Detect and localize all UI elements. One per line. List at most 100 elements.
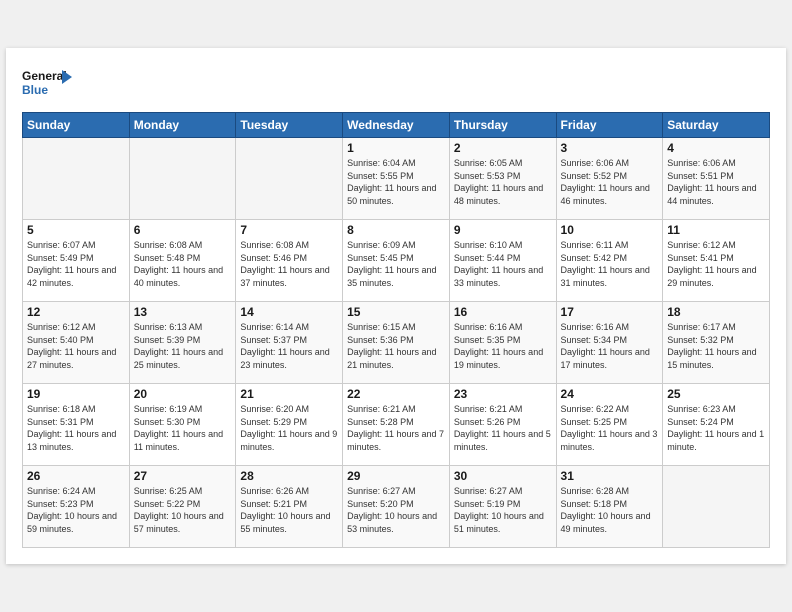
day-info: Sunrise: 6:06 AMSunset: 5:52 PMDaylight:… xyxy=(561,157,659,207)
calendar-cell xyxy=(236,138,343,220)
weekday-header-sunday: Sunday xyxy=(23,113,130,138)
day-info: Sunrise: 6:13 AMSunset: 5:39 PMDaylight:… xyxy=(134,321,232,371)
calendar-cell: 7 Sunrise: 6:08 AMSunset: 5:46 PMDaylight… xyxy=(236,220,343,302)
day-number: 6 xyxy=(134,223,232,237)
calendar-cell xyxy=(129,138,236,220)
day-number: 12 xyxy=(27,305,125,319)
day-info: Sunrise: 6:21 AMSunset: 5:26 PMDaylight:… xyxy=(454,403,552,453)
calendar-cell: 8 Sunrise: 6:09 AMSunset: 5:45 PMDaylight… xyxy=(343,220,450,302)
calendar-cell: 30Sunrise: 6:27 AMSunset: 5:19 PMDayligh… xyxy=(449,466,556,548)
day-info: Sunrise: 6:19 AMSunset: 5:30 PMDaylight:… xyxy=(134,403,232,453)
calendar-cell: 12 Sunrise: 6:12 AMSunset: 5:40 PMDayligh… xyxy=(23,302,130,384)
calendar-cell: 10 Sunrise: 6:11 AMSunset: 5:42 PMDayligh… xyxy=(556,220,663,302)
day-info: Sunrise: 6:09 AMSunset: 5:45 PMDaylight:… xyxy=(347,239,445,289)
day-info: Sunrise: 6:15 AMSunset: 5:36 PMDaylight:… xyxy=(347,321,445,371)
day-number: 14 xyxy=(240,305,338,319)
day-info: Sunrise: 6:10 AMSunset: 5:44 PMDaylight:… xyxy=(454,239,552,289)
day-info: Sunrise: 6:11 AMSunset: 5:42 PMDaylight:… xyxy=(561,239,659,289)
weekday-header-monday: Monday xyxy=(129,113,236,138)
day-info: Sunrise: 6:08 AMSunset: 5:46 PMDaylight:… xyxy=(240,239,338,289)
calendar-cell: 27Sunrise: 6:25 AMSunset: 5:22 PMDayligh… xyxy=(129,466,236,548)
calendar-cell xyxy=(663,466,770,548)
day-info: Sunrise: 6:12 AMSunset: 5:41 PMDaylight:… xyxy=(667,239,765,289)
weekday-header-saturday: Saturday xyxy=(663,113,770,138)
svg-text:General: General xyxy=(22,69,67,83)
day-info: Sunrise: 6:21 AMSunset: 5:28 PMDaylight:… xyxy=(347,403,445,453)
day-number: 1 xyxy=(347,141,445,155)
day-number: 24 xyxy=(561,387,659,401)
calendar-cell: 3Sunrise: 6:06 AMSunset: 5:52 PMDaylight… xyxy=(556,138,663,220)
day-info: Sunrise: 6:24 AMSunset: 5:23 PMDaylight:… xyxy=(27,485,125,535)
calendar-cell: 15 Sunrise: 6:15 AMSunset: 5:36 PMDayligh… xyxy=(343,302,450,384)
day-info: Sunrise: 6:07 AMSunset: 5:49 PMDaylight:… xyxy=(27,239,125,289)
weekday-header-friday: Friday xyxy=(556,113,663,138)
calendar-cell: 5 Sunrise: 6:07 AMSunset: 5:49 PMDaylight… xyxy=(23,220,130,302)
day-info: Sunrise: 6:26 AMSunset: 5:21 PMDaylight:… xyxy=(240,485,338,535)
day-number: 16 xyxy=(454,305,552,319)
day-info: Sunrise: 6:12 AMSunset: 5:40 PMDaylight:… xyxy=(27,321,125,371)
day-number: 19 xyxy=(27,387,125,401)
calendar-cell: 23Sunrise: 6:21 AMSunset: 5:26 PMDayligh… xyxy=(449,384,556,466)
weekday-header-tuesday: Tuesday xyxy=(236,113,343,138)
week-row-5: 26Sunrise: 6:24 AMSunset: 5:23 PMDayligh… xyxy=(23,466,770,548)
calendar-cell: 19Sunrise: 6:18 AMSunset: 5:31 PMDayligh… xyxy=(23,384,130,466)
day-info: Sunrise: 6:17 AMSunset: 5:32 PMDaylight:… xyxy=(667,321,765,371)
day-number: 11 xyxy=(667,223,765,237)
calendar-cell: 9Sunrise: 6:10 AMSunset: 5:44 PMDaylight… xyxy=(449,220,556,302)
day-info: Sunrise: 6:04 AMSunset: 5:55 PMDaylight:… xyxy=(347,157,445,207)
day-number: 31 xyxy=(561,469,659,483)
calendar-cell: 13 Sunrise: 6:13 AMSunset: 5:39 PMDayligh… xyxy=(129,302,236,384)
day-number: 2 xyxy=(454,141,552,155)
day-info: Sunrise: 6:14 AMSunset: 5:37 PMDaylight:… xyxy=(240,321,338,371)
logo-svg: General Blue xyxy=(22,64,72,102)
day-info: Sunrise: 6:16 AMSunset: 5:35 PMDaylight:… xyxy=(454,321,552,371)
day-number: 18 xyxy=(667,305,765,319)
calendar-cell: 1 Sunrise: 6:04 AMSunset: 5:55 PMDaylight… xyxy=(343,138,450,220)
day-number: 20 xyxy=(134,387,232,401)
day-number: 13 xyxy=(134,305,232,319)
day-info: Sunrise: 6:20 AMSunset: 5:29 PMDaylight:… xyxy=(240,403,338,453)
calendar-cell: 6 Sunrise: 6:08 AMSunset: 5:48 PMDaylight… xyxy=(129,220,236,302)
calendar-cell xyxy=(23,138,130,220)
day-number: 15 xyxy=(347,305,445,319)
day-number: 8 xyxy=(347,223,445,237)
svg-text:Blue: Blue xyxy=(22,83,48,97)
day-info: Sunrise: 6:06 AMSunset: 5:51 PMDaylight:… xyxy=(667,157,765,207)
week-row-3: 12 Sunrise: 6:12 AMSunset: 5:40 PMDayligh… xyxy=(23,302,770,384)
weekday-header-thursday: Thursday xyxy=(449,113,556,138)
calendar-cell: 22 Sunrise: 6:21 AMSunset: 5:28 PMDayligh… xyxy=(343,384,450,466)
day-number: 22 xyxy=(347,387,445,401)
week-row-1: 1 Sunrise: 6:04 AMSunset: 5:55 PMDaylight… xyxy=(23,138,770,220)
calendar-cell: 31 Sunrise: 6:28 AMSunset: 5:18 PMDayligh… xyxy=(556,466,663,548)
day-info: Sunrise: 6:05 AMSunset: 5:53 PMDaylight:… xyxy=(454,157,552,207)
day-info: Sunrise: 6:27 AMSunset: 5:19 PMDaylight:… xyxy=(454,485,552,535)
day-info: Sunrise: 6:27 AMSunset: 5:20 PMDaylight:… xyxy=(347,485,445,535)
day-number: 28 xyxy=(240,469,338,483)
calendar-cell: 26Sunrise: 6:24 AMSunset: 5:23 PMDayligh… xyxy=(23,466,130,548)
calendar-container: General Blue SundayMondayTuesdayWednesda… xyxy=(6,48,786,564)
day-number: 17 xyxy=(561,305,659,319)
calendar-cell: 24 Sunrise: 6:22 AMSunset: 5:25 PMDayligh… xyxy=(556,384,663,466)
day-info: Sunrise: 6:28 AMSunset: 5:18 PMDaylight:… xyxy=(561,485,659,535)
day-number: 10 xyxy=(561,223,659,237)
calendar-cell: 28 Sunrise: 6:26 AMSunset: 5:21 PMDayligh… xyxy=(236,466,343,548)
calendar-cell: 18 Sunrise: 6:17 AMSunset: 5:32 PMDayligh… xyxy=(663,302,770,384)
logo: General Blue xyxy=(22,64,72,102)
weekday-header-row: SundayMondayTuesdayWednesdayThursdayFrid… xyxy=(23,113,770,138)
calendar-cell: 11 Sunrise: 6:12 AMSunset: 5:41 PMDayligh… xyxy=(663,220,770,302)
day-number: 5 xyxy=(27,223,125,237)
day-info: Sunrise: 6:22 AMSunset: 5:25 PMDaylight:… xyxy=(561,403,659,453)
day-info: Sunrise: 6:08 AMSunset: 5:48 PMDaylight:… xyxy=(134,239,232,289)
calendar-cell: 16 Sunrise: 6:16 AMSunset: 5:35 PMDayligh… xyxy=(449,302,556,384)
calendar-cell: 20 Sunrise: 6:19 AMSunset: 5:30 PMDayligh… xyxy=(129,384,236,466)
day-info: Sunrise: 6:23 AMSunset: 5:24 PMDaylight:… xyxy=(667,403,765,453)
day-number: 7 xyxy=(240,223,338,237)
week-row-4: 19Sunrise: 6:18 AMSunset: 5:31 PMDayligh… xyxy=(23,384,770,466)
calendar-cell: 4Sunrise: 6:06 AMSunset: 5:51 PMDaylight… xyxy=(663,138,770,220)
day-number: 27 xyxy=(134,469,232,483)
calendar-cell: 29 Sunrise: 6:27 AMSunset: 5:20 PMDayligh… xyxy=(343,466,450,548)
day-info: Sunrise: 6:16 AMSunset: 5:34 PMDaylight:… xyxy=(561,321,659,371)
calendar-cell: 2 Sunrise: 6:05 AMSunset: 5:53 PMDaylight… xyxy=(449,138,556,220)
day-number: 29 xyxy=(347,469,445,483)
week-row-2: 5 Sunrise: 6:07 AMSunset: 5:49 PMDaylight… xyxy=(23,220,770,302)
